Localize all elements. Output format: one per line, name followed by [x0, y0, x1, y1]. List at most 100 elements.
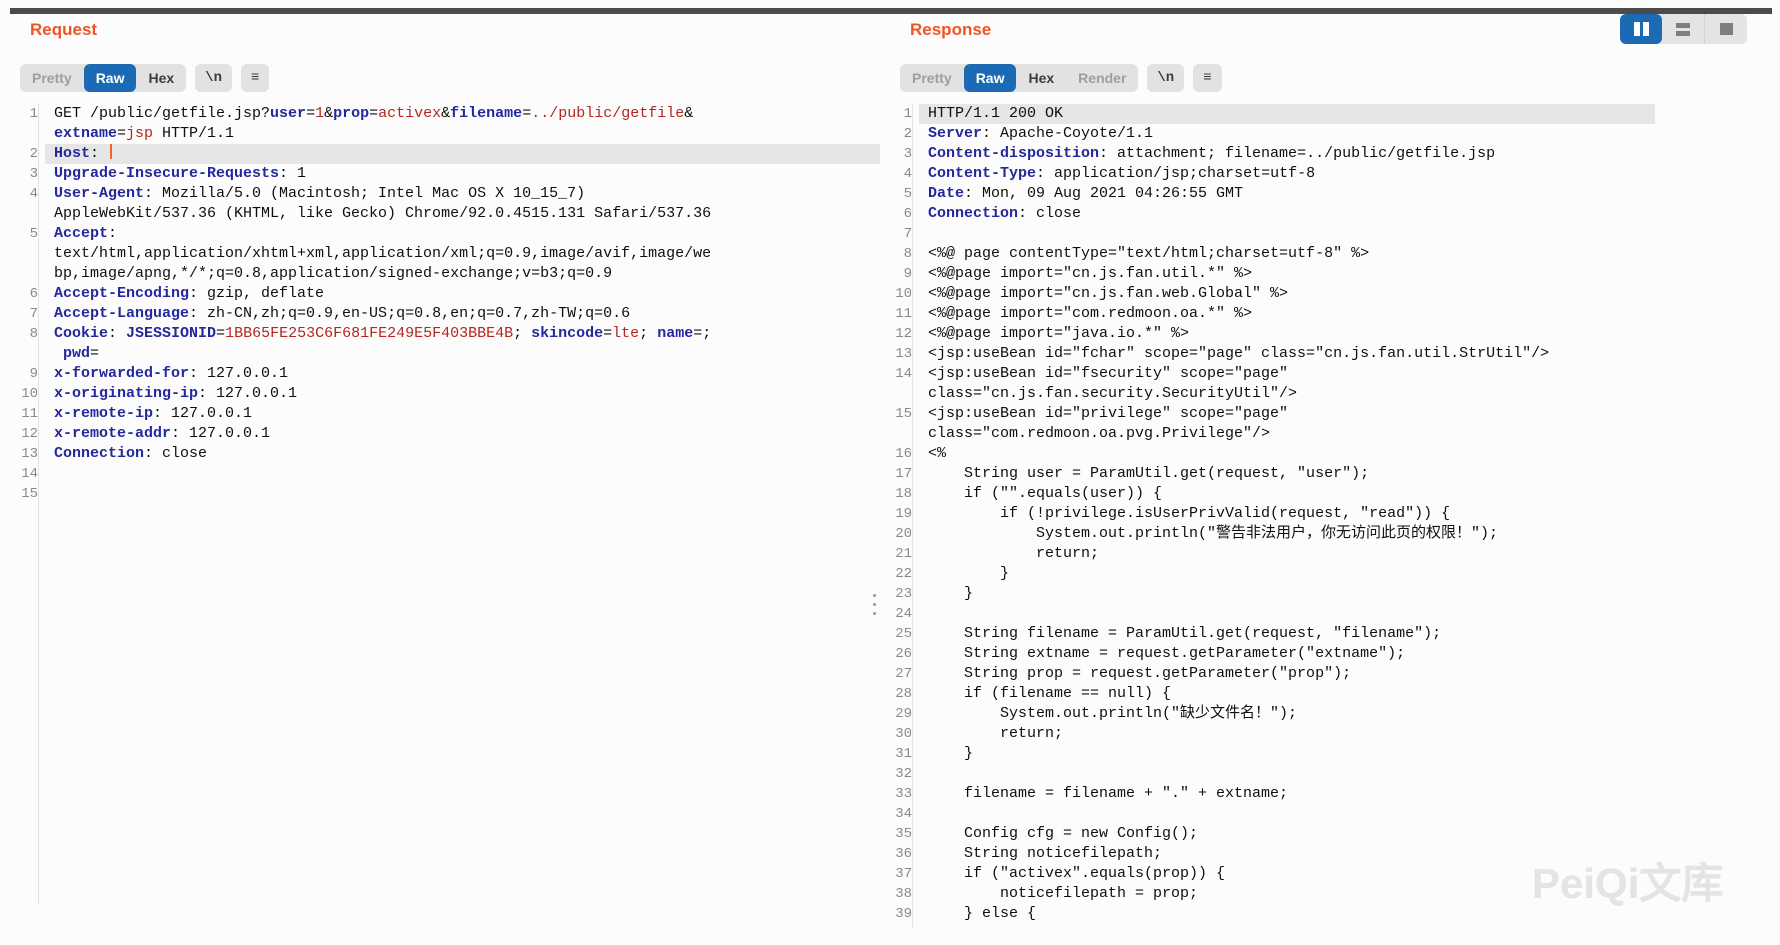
code-text: bp,image/apng,*/*;q=0.8,application/sign…: [45, 264, 880, 284]
tab-hex[interactable]: Hex: [136, 64, 186, 92]
code-text: if (!privilege.isUserPrivValid(request, …: [919, 504, 1655, 524]
layout-split-columns-button[interactable]: [1620, 14, 1662, 44]
layout-split-rows-button[interactable]: [1662, 14, 1705, 44]
code-text: Connection: close: [919, 204, 1655, 224]
code-row: 30 return;: [882, 724, 1655, 744]
code-text: extname=jsp HTTP/1.1: [45, 124, 880, 144]
layout-single-pane-button[interactable]: [1705, 14, 1747, 44]
code-row: 23 }: [882, 584, 1655, 604]
line-number: 1: [882, 104, 919, 124]
code-row: 8Cookie: JSESSIONID=1BB65FE253C6F681FE24…: [8, 324, 880, 344]
code-row: 4Content-Type: application/jsp;charset=u…: [882, 164, 1655, 184]
code-row: 24: [882, 604, 1655, 624]
line-number: 9: [882, 264, 919, 284]
tab-render[interactable]: Render: [1066, 64, 1138, 92]
code-row: 29 System.out.println("缺少文件名！");: [882, 704, 1655, 724]
line-number: 8: [8, 324, 45, 344]
line-number: 11: [882, 304, 919, 324]
code-row: 27 String prop = request.getParameter("p…: [882, 664, 1655, 684]
line-number: 17: [882, 464, 919, 484]
line-number: 8: [882, 244, 919, 264]
code-text: Accept:: [45, 224, 880, 244]
code-text: Date: Mon, 09 Aug 2021 04:26:55 GMT: [919, 184, 1655, 204]
tab-hex[interactable]: Hex: [1016, 64, 1066, 92]
code-text: System.out.println("缺少文件名！");: [919, 704, 1655, 724]
code-text: Connection: close: [45, 444, 880, 464]
code-row: 34: [882, 804, 1655, 824]
code-text: Config cfg = new Config();: [919, 824, 1655, 844]
code-row: 12<%@page import="java.io.*" %>: [882, 324, 1655, 344]
line-number: 33: [882, 784, 919, 804]
line-number: 4: [8, 184, 45, 204]
request-panel-title: Request: [30, 20, 97, 40]
code-row: 10<%@page import="cn.js.fan.web.Global" …: [882, 284, 1655, 304]
code-text: Accept-Language: zh-CN,zh;q=0.9,en-US;q=…: [45, 304, 880, 324]
code-text: String user = ParamUtil.get(request, "us…: [919, 464, 1655, 484]
line-number: 7: [8, 304, 45, 324]
code-text: Upgrade-Insecure-Requests: 1: [45, 164, 880, 184]
code-row: 25 String filename = ParamUtil.get(reque…: [882, 624, 1655, 644]
request-editor[interactable]: 1GET /public/getfile.jsp?user=1&prop=act…: [8, 104, 880, 904]
line-number: 6: [8, 284, 45, 304]
code-text: filename = filename + "." + extname;: [919, 784, 1655, 804]
line-number: 9: [8, 364, 45, 384]
request-newline-toggle-button[interactable]: \n: [195, 64, 232, 92]
line-number: 3: [882, 144, 919, 164]
code-row: 9x-forwarded-for: 127.0.0.1: [8, 364, 880, 384]
code-text: Content-Type: application/jsp;charset=ut…: [919, 164, 1655, 184]
line-number: 2: [8, 144, 45, 164]
line-number: 10: [8, 384, 45, 404]
line-number: 2: [882, 124, 919, 144]
line-number: 14: [882, 364, 919, 384]
tab-raw[interactable]: Raw: [964, 64, 1017, 92]
response-editor[interactable]: 1HTTP/1.1 200 OK2Server: Apache-Coyote/1…: [882, 104, 1655, 928]
code-text: Content-disposition: attachment; filenam…: [919, 144, 1655, 164]
code-text: <%@page import="java.io.*" %>: [919, 324, 1655, 344]
code-text: }: [919, 744, 1655, 764]
line-number: 11: [8, 404, 45, 424]
code-row: pwd=: [8, 344, 880, 364]
response-menu-button[interactable]: ≡: [1193, 64, 1221, 92]
code-text: Accept-Encoding: gzip, deflate: [45, 284, 880, 304]
panel-divider-grip[interactable]: [873, 594, 876, 615]
code-row: 6Accept-Encoding: gzip, deflate: [8, 284, 880, 304]
code-row: AppleWebKit/537.36 (KHTML, like Gecko) C…: [8, 204, 880, 224]
line-number: 15: [882, 404, 919, 424]
line-number: [882, 424, 919, 444]
code-row: class="cn.js.fan.security.SecurityUtil"/…: [882, 384, 1655, 404]
code-text: [919, 604, 1655, 624]
code-row: 32: [882, 764, 1655, 784]
line-number: 15: [8, 484, 45, 504]
line-number: [882, 384, 919, 404]
tab-pretty[interactable]: Pretty: [900, 64, 964, 92]
code-text: <%@ page contentType="text/html;charset=…: [919, 244, 1655, 264]
code-row: 9<%@page import="cn.js.fan.util.*" %>: [882, 264, 1655, 284]
line-number: 24: [882, 604, 919, 624]
code-text: if (filename == null) {: [919, 684, 1655, 704]
code-row: 5Date: Mon, 09 Aug 2021 04:26:55 GMT: [882, 184, 1655, 204]
code-text: <jsp:useBean id="fsecurity" scope="page": [919, 364, 1655, 384]
code-text: class="com.redmoon.oa.pvg.Privilege"/>: [919, 424, 1655, 444]
code-text: GET /public/getfile.jsp?user=1&prop=acti…: [45, 104, 880, 124]
response-newline-toggle-button[interactable]: \n: [1147, 64, 1184, 92]
line-number: 5: [8, 224, 45, 244]
line-number: 32: [882, 764, 919, 784]
code-text: }: [919, 564, 1655, 584]
code-row: 18 if ("".equals(user)) {: [882, 484, 1655, 504]
response-view-tabs: PrettyRawHexRender: [900, 64, 1138, 92]
line-number: 21: [882, 544, 919, 564]
code-text: x-remote-ip: 127.0.0.1: [45, 404, 880, 424]
request-menu-button[interactable]: ≡: [241, 64, 269, 92]
code-row: 15<jsp:useBean id="privilege" scope="pag…: [882, 404, 1655, 424]
code-text: if ("".equals(user)) {: [919, 484, 1655, 504]
code-row: class="com.redmoon.oa.pvg.Privilege"/>: [882, 424, 1655, 444]
line-number: 12: [882, 324, 919, 344]
tab-raw[interactable]: Raw: [84, 64, 137, 92]
tab-pretty[interactable]: Pretty: [20, 64, 84, 92]
code-text: String extname = request.getParameter("e…: [919, 644, 1655, 664]
line-number: [8, 264, 45, 284]
watermark: PeiQi文库: [1532, 850, 1723, 911]
code-text: x-remote-addr: 127.0.0.1: [45, 424, 880, 444]
line-number: 22: [882, 564, 919, 584]
line-number: 16: [882, 444, 919, 464]
